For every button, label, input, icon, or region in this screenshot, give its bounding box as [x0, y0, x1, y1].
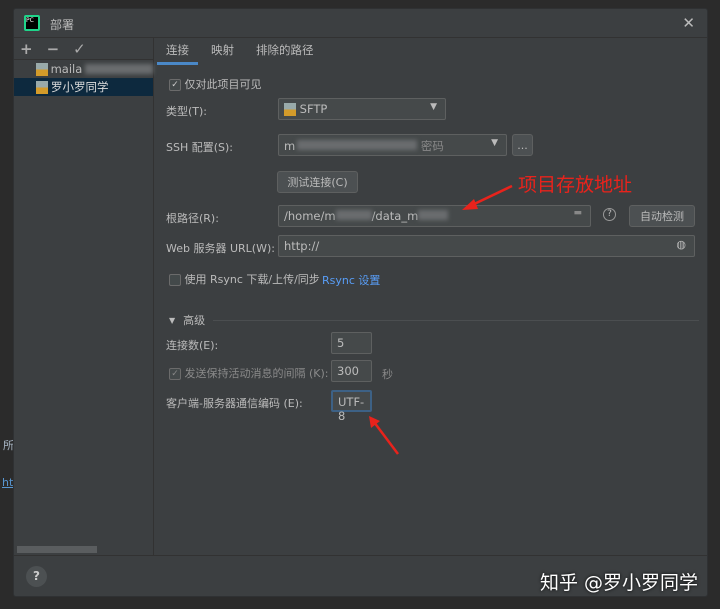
annotation-arrows: [369, 184, 513, 455]
arrow-to-root-path: [469, 184, 513, 208]
watermark: 知乎 @罗小罗同学: [539, 572, 698, 594]
arrow-to-encoding: [373, 421, 399, 455]
